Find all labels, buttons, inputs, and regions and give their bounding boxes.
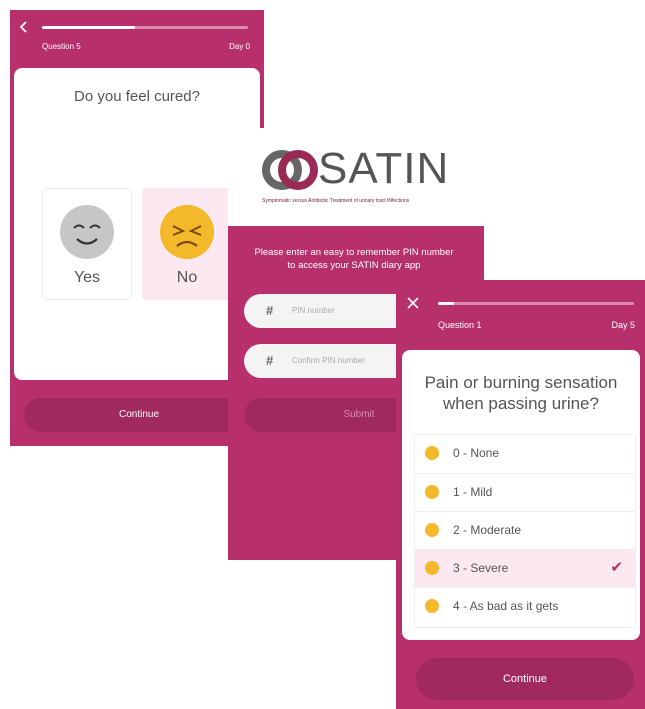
pin-placeholder: PIN number xyxy=(292,306,335,315)
close-button[interactable] xyxy=(406,296,422,312)
choice-yes[interactable]: Yes xyxy=(42,188,132,300)
progress-bar xyxy=(42,26,248,29)
back-button[interactable] xyxy=(18,20,34,36)
hash-icon: # xyxy=(266,353,274,368)
question-number: Question 1 xyxy=(438,320,482,330)
option-label: 1 - Mild xyxy=(453,485,493,499)
chevron-left-icon xyxy=(19,21,27,33)
option-0[interactable]: 0 - None xyxy=(415,435,635,473)
satin-logo-mark-icon xyxy=(262,150,318,190)
continue-button[interactable]: Continue xyxy=(24,398,254,432)
emoji-icon xyxy=(425,561,439,575)
logo-text: SATIN xyxy=(318,144,450,193)
option-3[interactable]: 3 - Severe ✔ xyxy=(415,549,635,588)
pin-prompt: Please enter an easy to remember PIN num… xyxy=(254,247,454,271)
close-icon xyxy=(407,297,419,309)
day-label: Day 0 xyxy=(229,42,250,51)
option-label: 3 - Severe xyxy=(453,561,509,575)
option-label: 4 - As bad as it gets xyxy=(453,599,559,613)
hash-icon: # xyxy=(266,303,274,318)
question-card: Do you feel cured? Yes No xyxy=(14,68,260,380)
progress-fill xyxy=(42,26,135,29)
confirm-pin-placeholder: Confirm PIN number xyxy=(292,356,365,365)
logo-tagline: Symptomatic versus Antibiotic Treatment … xyxy=(262,198,410,204)
progress-bar xyxy=(438,302,634,305)
question-text: Do you feel cured? xyxy=(74,88,200,105)
option-4[interactable]: 4 - As bad as it gets xyxy=(415,587,635,626)
checkmark-icon: ✔ xyxy=(610,559,623,576)
question-screen-pain: Question 1 Day 5 Pain or burning sensati… xyxy=(396,280,645,709)
question-text: Pain or burning sensation when passing u… xyxy=(424,373,618,413)
choice-yes-label: Yes xyxy=(73,269,101,286)
option-1[interactable]: 1 - Mild xyxy=(415,473,635,512)
continue-button[interactable]: Continue xyxy=(416,658,634,700)
emoji-icon xyxy=(425,599,439,613)
emoji-icon xyxy=(425,485,439,499)
options-list: 0 - None 1 - Mild 2 - Moderate 3 - Sever… xyxy=(414,434,636,628)
option-2[interactable]: 2 - Moderate xyxy=(415,511,635,550)
option-label: 0 - None xyxy=(453,446,500,460)
question-card: Pain or burning sensation when passing u… xyxy=(402,350,640,640)
smiling-face-icon xyxy=(59,204,115,265)
emoji-icon xyxy=(425,446,439,460)
emoji-icon xyxy=(425,523,439,537)
satin-logo xyxy=(262,150,318,195)
choice-no-label: No xyxy=(176,269,198,286)
day-label: Day 5 xyxy=(611,320,635,330)
question-number: Question 5 xyxy=(42,42,81,51)
sad-face-icon xyxy=(159,204,215,265)
progress-fill xyxy=(438,302,454,305)
question-screen-cured: Question 5 Day 0 Do you feel cured? Yes xyxy=(10,10,264,446)
option-label: 2 - Moderate xyxy=(453,523,522,537)
